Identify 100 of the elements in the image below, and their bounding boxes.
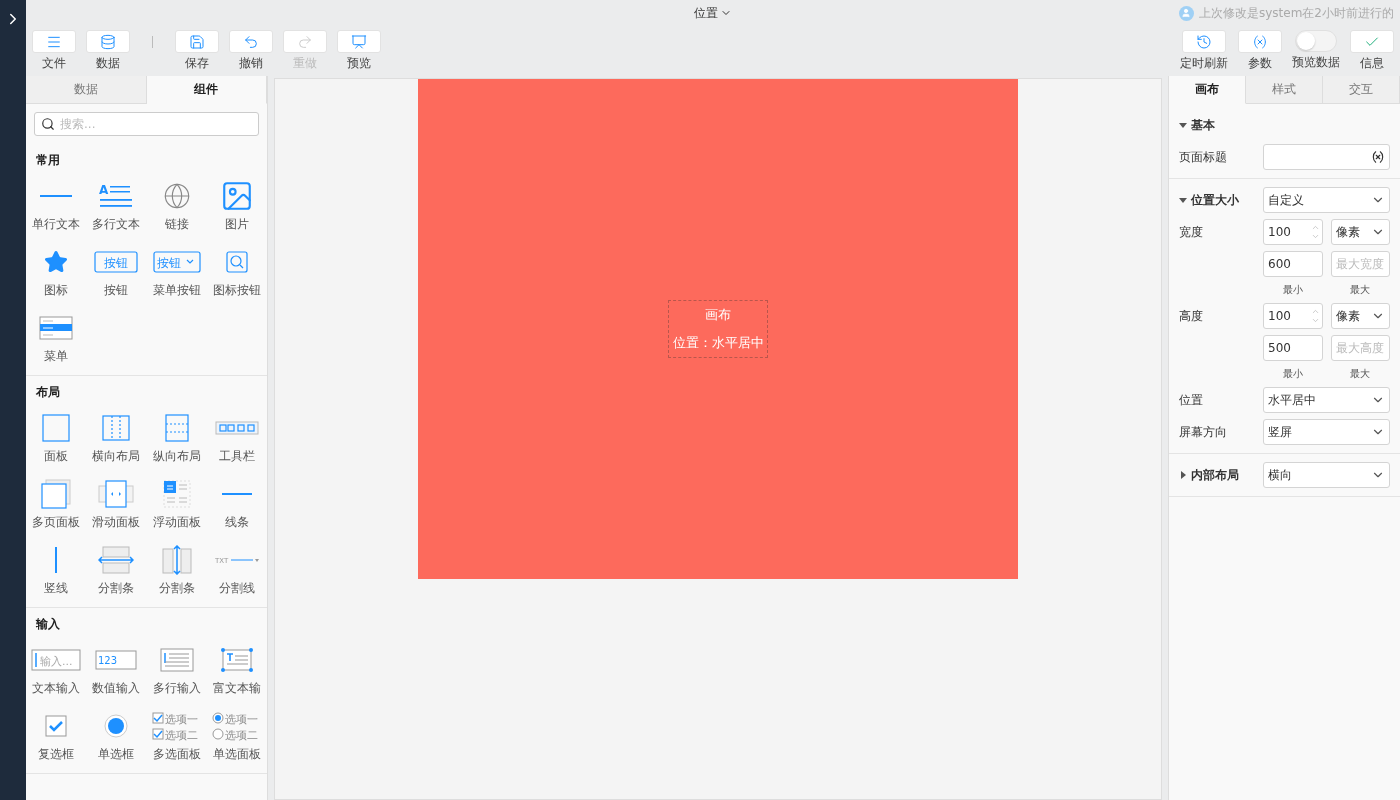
select-field[interactable]: 像素 bbox=[1330, 303, 1390, 329]
select-field[interactable]: 像素 bbox=[1330, 219, 1390, 245]
variable-icon bbox=[1371, 150, 1385, 164]
select-field[interactable]: 横向 bbox=[1263, 462, 1390, 488]
star-icon bbox=[44, 250, 69, 274]
min-caption: 最小 bbox=[1281, 367, 1304, 381]
panel-icon bbox=[42, 414, 71, 442]
rich-text-preview-icon bbox=[219, 647, 254, 673]
slide-panel-icon bbox=[98, 480, 135, 508]
expanded-triangle-icon bbox=[1179, 196, 1187, 204]
component-item[interactable]: 分割条 bbox=[146, 539, 207, 605]
component-item[interactable]: 竖线 bbox=[26, 539, 87, 605]
component-item[interactable]: 滑动面板 bbox=[86, 473, 147, 539]
page-title-dropdown[interactable]: 位置 bbox=[694, 4, 732, 22]
spinner-icon bbox=[1310, 307, 1320, 325]
component-item[interactable]: 多页面板 bbox=[26, 473, 87, 539]
horizontal-splitter-icon bbox=[98, 546, 135, 574]
redo-icon bbox=[297, 33, 313, 50]
section-title: 常用 bbox=[35, 152, 61, 169]
component-item[interactable]: 线条 bbox=[206, 473, 267, 539]
component-item[interactable]: 多行输入 bbox=[146, 639, 207, 705]
component-item[interactable]: 横向布局 bbox=[86, 407, 147, 473]
horizontal-line-icon bbox=[221, 492, 252, 496]
position-text: 位置：水平居中 bbox=[672, 334, 764, 352]
rows-layout-icon bbox=[164, 414, 189, 442]
number-input-preview-icon: 123 bbox=[95, 650, 138, 670]
text-lines-icon bbox=[38, 192, 75, 200]
text-input-preview-icon: 输入... bbox=[31, 649, 82, 671]
component-item[interactable]: 单选框 bbox=[86, 705, 147, 771]
textarea-preview-icon bbox=[159, 648, 194, 672]
section-title: 输入 bbox=[34, 616, 61, 633]
component-item[interactable]: 复选框 bbox=[26, 705, 87, 771]
component-item[interactable]: 123 数值输入 bbox=[86, 639, 147, 705]
field-label: 位置 bbox=[1179, 391, 1204, 409]
search-icon bbox=[41, 117, 55, 131]
columns-layout-icon bbox=[102, 415, 131, 441]
vertical-splitter-icon bbox=[161, 545, 192, 575]
field-label: 页面标题 bbox=[1179, 148, 1228, 166]
component-item[interactable]: 输入... 文本输入 bbox=[26, 639, 87, 705]
component-item[interactable]: 按钮 按钮 bbox=[86, 241, 147, 307]
component-item[interactable]: 选项一 选项二 单选面板 bbox=[206, 705, 267, 771]
section-header[interactable]: 基本 bbox=[1179, 116, 1215, 134]
page-label: 画布 bbox=[705, 306, 731, 324]
component-item[interactable]: 菜单 bbox=[26, 307, 87, 373]
component-item[interactable]: 浮动面板 bbox=[146, 473, 207, 539]
select-field[interactable]: 自定义 bbox=[1263, 187, 1390, 213]
database-icon bbox=[100, 33, 116, 50]
panel-tab[interactable]: 交互 bbox=[1323, 76, 1400, 104]
component-item[interactable]: 富文本输 bbox=[206, 639, 267, 705]
component-item[interactable]: 工具栏 bbox=[206, 407, 267, 473]
menu-preview-icon bbox=[39, 315, 74, 341]
toolbar-preview-icon bbox=[214, 419, 259, 437]
min-caption: 最小 bbox=[1281, 283, 1304, 297]
section-header[interactable]: 内部布局 bbox=[1179, 466, 1239, 484]
expanded-triangle-icon bbox=[1179, 121, 1187, 129]
component-item[interactable]: 分割条 bbox=[86, 539, 147, 605]
section-header[interactable]: 位置大小 bbox=[1179, 191, 1239, 209]
undo-icon bbox=[243, 33, 259, 50]
panel-tab[interactable]: 数据 bbox=[26, 76, 147, 104]
panel-tab[interactable]: 样式 bbox=[1246, 76, 1323, 104]
number-field[interactable]: 100 bbox=[1263, 303, 1323, 329]
component-item[interactable]: 图标按钮 bbox=[206, 241, 267, 307]
component-item[interactable]: 纵向布局 bbox=[146, 407, 207, 473]
component-item[interactable]: A 多行文本 bbox=[86, 175, 147, 241]
max-caption: 最大 bbox=[1349, 283, 1372, 297]
user-avatar-icon bbox=[1178, 5, 1194, 21]
component-item[interactable]: 图片 bbox=[206, 175, 267, 241]
preview-data-toggle[interactable] bbox=[1295, 30, 1337, 52]
globe-link-icon bbox=[162, 182, 191, 210]
toggle-label: 预览数据 bbox=[1292, 54, 1340, 71]
component-item[interactable]: 链接 bbox=[146, 175, 207, 241]
menu-button-preview-icon: 按钮 bbox=[152, 251, 201, 273]
history-icon bbox=[1196, 33, 1212, 50]
field-label: 屏幕方向 bbox=[1179, 423, 1228, 441]
field-label: 宽度 bbox=[1179, 223, 1204, 241]
float-panel-icon bbox=[162, 480, 191, 508]
radio-preview-icon bbox=[104, 714, 129, 738]
checkbox-preview-icon bbox=[45, 715, 68, 737]
min-field[interactable]: 500 bbox=[1263, 335, 1323, 361]
component-item[interactable]: 选项一 选项二 多选面板 bbox=[146, 705, 207, 771]
stacked-pages-icon bbox=[41, 479, 72, 509]
select-field[interactable]: 竖屏 bbox=[1263, 419, 1390, 445]
number-field[interactable]: 100 bbox=[1263, 219, 1323, 245]
search-button-preview-icon bbox=[225, 251, 248, 273]
component-item[interactable]: 面板 bbox=[26, 407, 87, 473]
field-label: 高度 bbox=[1179, 307, 1204, 325]
spinner-icon bbox=[1310, 223, 1320, 241]
component-item[interactable]: 图标 bbox=[26, 241, 87, 307]
button-preview-icon: 按钮 bbox=[94, 251, 139, 273]
select-field[interactable]: 水平居中 bbox=[1263, 387, 1390, 413]
component-item[interactable]: 按钮 菜单按钮 bbox=[146, 241, 207, 307]
page-title-field[interactable] bbox=[1263, 144, 1390, 170]
presentation-icon bbox=[351, 33, 367, 50]
section-title: 布局 bbox=[35, 384, 61, 401]
save-icon bbox=[189, 33, 205, 50]
collapsed-triangle-icon bbox=[1179, 471, 1187, 479]
component-item[interactable]: 单行文本 bbox=[26, 175, 87, 241]
variable-icon bbox=[1252, 33, 1268, 50]
min-field[interactable]: 600 bbox=[1263, 251, 1323, 277]
max-caption: 最大 bbox=[1349, 367, 1372, 381]
